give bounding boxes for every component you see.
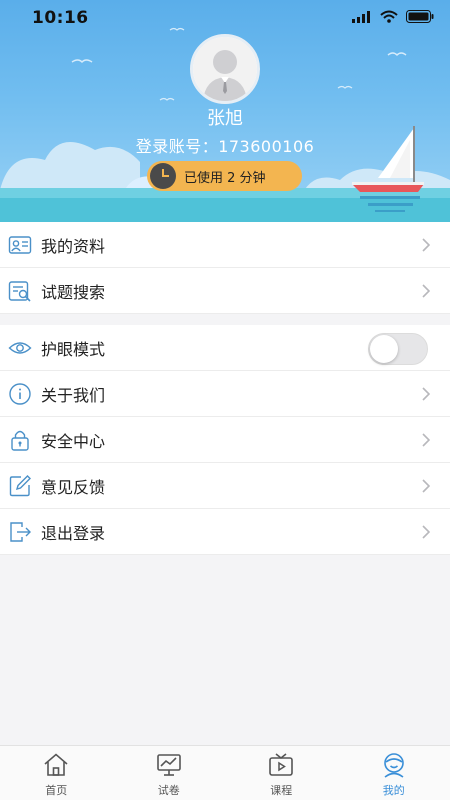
chevron-right-icon	[422, 525, 430, 539]
account-number: 登录账号：173600106	[135, 137, 315, 156]
avatar[interactable]	[190, 34, 260, 104]
menu-item-logout[interactable]: 退出登录	[0, 509, 450, 555]
chevron-right-icon	[422, 433, 430, 447]
lock-icon	[11, 430, 29, 451]
tv-play-icon	[269, 753, 293, 776]
tab-mine[interactable]: 我的	[338, 746, 450, 800]
status-time: 10:16	[32, 8, 89, 28]
tab-home[interactable]: 首页	[0, 746, 113, 800]
search-doc-icon	[8, 281, 31, 302]
tab-label: 试卷	[157, 784, 180, 797]
logout-icon	[10, 522, 31, 542]
menu-item-label: 安全中心	[41, 431, 106, 451]
tab-courses[interactable]: 课程	[225, 746, 338, 800]
eye-icon	[8, 342, 32, 354]
wifi-icon	[380, 10, 398, 23]
tab-label: 课程	[270, 784, 293, 797]
menu-group-settings: 护眼模式 关于我们 安全中心 意见反馈 退出登录	[0, 325, 450, 555]
chevron-right-icon	[422, 387, 430, 401]
chevron-right-icon	[422, 238, 430, 252]
status-icons	[352, 10, 434, 23]
menu-item-eye-protection: 护眼模式	[0, 325, 450, 371]
info-icon	[9, 383, 31, 405]
signal-icon	[352, 10, 370, 23]
menu-item-label: 关于我们	[41, 385, 106, 405]
menu-item-question-search[interactable]: 试题搜索	[0, 268, 450, 314]
tab-exam-papers[interactable]: 试卷	[113, 746, 226, 800]
menu-item-label: 意见反馈	[41, 477, 106, 497]
chevron-right-icon	[422, 479, 430, 493]
menu-item-label: 护眼模式	[41, 339, 106, 359]
profile-card-icon	[8, 236, 32, 254]
tab-label: 首页	[45, 784, 68, 797]
usage-time-badge: 已使用 2 分钟	[147, 161, 302, 191]
menu-item-label: 退出登录	[41, 523, 106, 543]
toggle-knob	[370, 335, 398, 363]
menu-group-account: 我的资料 试题搜索	[0, 222, 450, 314]
chevron-right-icon	[422, 284, 430, 298]
menu-item-about-us[interactable]: 关于我们	[0, 371, 450, 417]
menu-item-security-center[interactable]: 安全中心	[0, 417, 450, 463]
menu-item-label: 试题搜索	[41, 282, 106, 302]
menu-item-feedback[interactable]: 意见反馈	[0, 463, 450, 509]
chart-screen-icon	[156, 754, 181, 776]
bottom-tab-bar: 首页 试卷 课程 我的	[0, 745, 450, 800]
usage-time-text: 已使用 2 分钟	[184, 170, 266, 186]
menu-item-my-profile[interactable]: 我的资料	[0, 222, 450, 268]
battery-icon	[406, 10, 434, 23]
user-icon	[383, 753, 404, 778]
edit-icon	[9, 475, 31, 497]
status-bar: 10:16	[0, 0, 450, 36]
user-name: 张旭	[207, 108, 243, 129]
home-icon	[44, 753, 68, 776]
menu-item-label: 我的资料	[41, 236, 106, 256]
default-avatar-icon	[193, 37, 257, 101]
profile-header: 10:16 张旭 登录账号：173600106 已使用 2 分钟	[0, 0, 450, 222]
tab-label: 我的	[382, 784, 405, 797]
eye-protection-toggle[interactable]	[368, 333, 428, 365]
clock-icon	[150, 163, 176, 189]
